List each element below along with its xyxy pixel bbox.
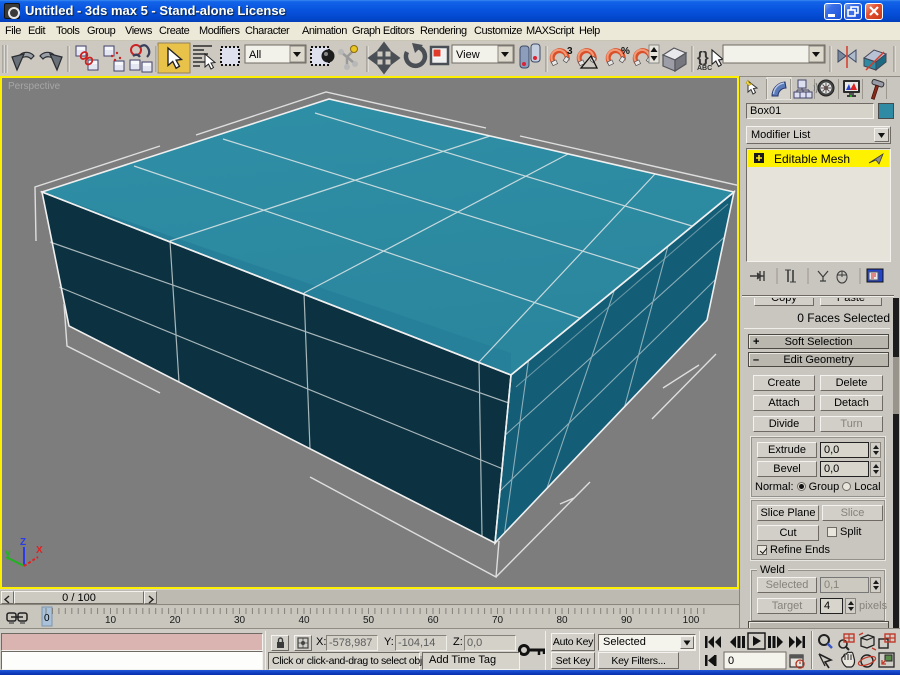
svg-text:30: 30	[234, 615, 246, 626]
svg-text:{}: {}	[697, 49, 709, 66]
svg-text:X: X	[36, 545, 43, 556]
svg-text:0: 0	[44, 613, 50, 624]
svg-text:80: 80	[556, 615, 568, 626]
svg-text:y: y	[5, 548, 11, 559]
svg-text:50: 50	[363, 615, 375, 626]
svg-text:10: 10	[105, 615, 117, 626]
svg-text:70: 70	[492, 615, 504, 626]
svg-text:60: 60	[427, 615, 439, 626]
svg-text:3: 3	[567, 46, 573, 57]
svg-text:40: 40	[298, 615, 310, 626]
svg-text:0: 0	[728, 655, 734, 667]
svg-text:90: 90	[621, 615, 633, 626]
svg-text:20: 20	[169, 615, 181, 626]
svg-text:%: %	[621, 46, 630, 57]
svg-text:100: 100	[683, 615, 700, 626]
svg-text:View: View	[456, 49, 480, 61]
svg-text:Z: Z	[20, 537, 26, 548]
svg-text:All: All	[249, 49, 261, 61]
svg-text:ABC: ABC	[697, 65, 712, 72]
